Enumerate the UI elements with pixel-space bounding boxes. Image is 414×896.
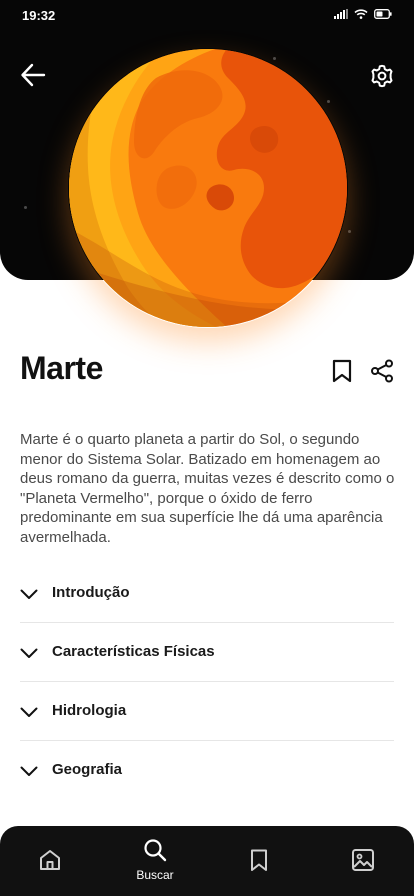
nav-label-search: Buscar xyxy=(136,868,174,882)
nav-item-search[interactable]: Buscar xyxy=(110,826,200,896)
home-icon xyxy=(40,850,60,870)
nav-item-bookmarks[interactable] xyxy=(214,826,304,896)
bookmark-icon xyxy=(251,849,267,871)
accordion-label: Hidrologia xyxy=(52,702,127,719)
search-icon xyxy=(144,839,167,862)
accordion-label: Introdução xyxy=(52,584,130,601)
signal-icon xyxy=(334,9,348,19)
bottom-navigation: Buscar xyxy=(0,826,414,896)
nav-item-home[interactable] xyxy=(5,826,95,896)
wifi-icon xyxy=(354,9,368,19)
chevron-down-icon xyxy=(20,648,38,658)
planet-glow xyxy=(68,48,348,328)
planet-description: Marte é o quarto planeta a partir do Sol… xyxy=(20,431,395,546)
gear-icon xyxy=(371,64,393,88)
share-icon xyxy=(371,359,393,383)
accordion-item-geografia[interactable]: Geografia xyxy=(20,741,394,800)
star xyxy=(24,206,27,209)
chevron-down-icon xyxy=(20,707,38,717)
arrow-left-icon xyxy=(21,63,46,87)
bookmark-button[interactable] xyxy=(329,357,355,385)
section-accordion: Introdução Características Físicas Hidro… xyxy=(20,564,394,800)
planet-image xyxy=(68,48,348,328)
accordion-item-caracteristicas-fisicas[interactable]: Características Físicas xyxy=(20,623,394,682)
bookmark-icon xyxy=(332,359,352,383)
accordion-label: Características Físicas xyxy=(52,643,215,660)
nav-item-gallery[interactable] xyxy=(318,826,408,896)
chevron-down-icon xyxy=(20,766,38,776)
chevron-down-icon xyxy=(20,589,38,599)
status-time: 19:32 xyxy=(22,8,56,23)
accordion-label: Geografia xyxy=(52,761,123,778)
battery-icon xyxy=(374,9,392,19)
accordion-item-hidrologia[interactable]: Hidrologia xyxy=(20,682,394,741)
settings-button[interactable] xyxy=(366,60,398,92)
image-icon xyxy=(352,849,374,871)
share-button[interactable] xyxy=(369,358,395,384)
star xyxy=(348,230,351,233)
status-icons xyxy=(334,9,392,19)
page-title: Marte xyxy=(20,350,103,386)
planet-detail-screen: 19:32 Marte Marte é o quarto planeta a p… xyxy=(0,0,414,896)
status-bar: 19:32 xyxy=(0,0,414,32)
back-button[interactable] xyxy=(16,58,50,92)
accordion-item-introducao[interactable]: Introdução xyxy=(20,564,394,623)
